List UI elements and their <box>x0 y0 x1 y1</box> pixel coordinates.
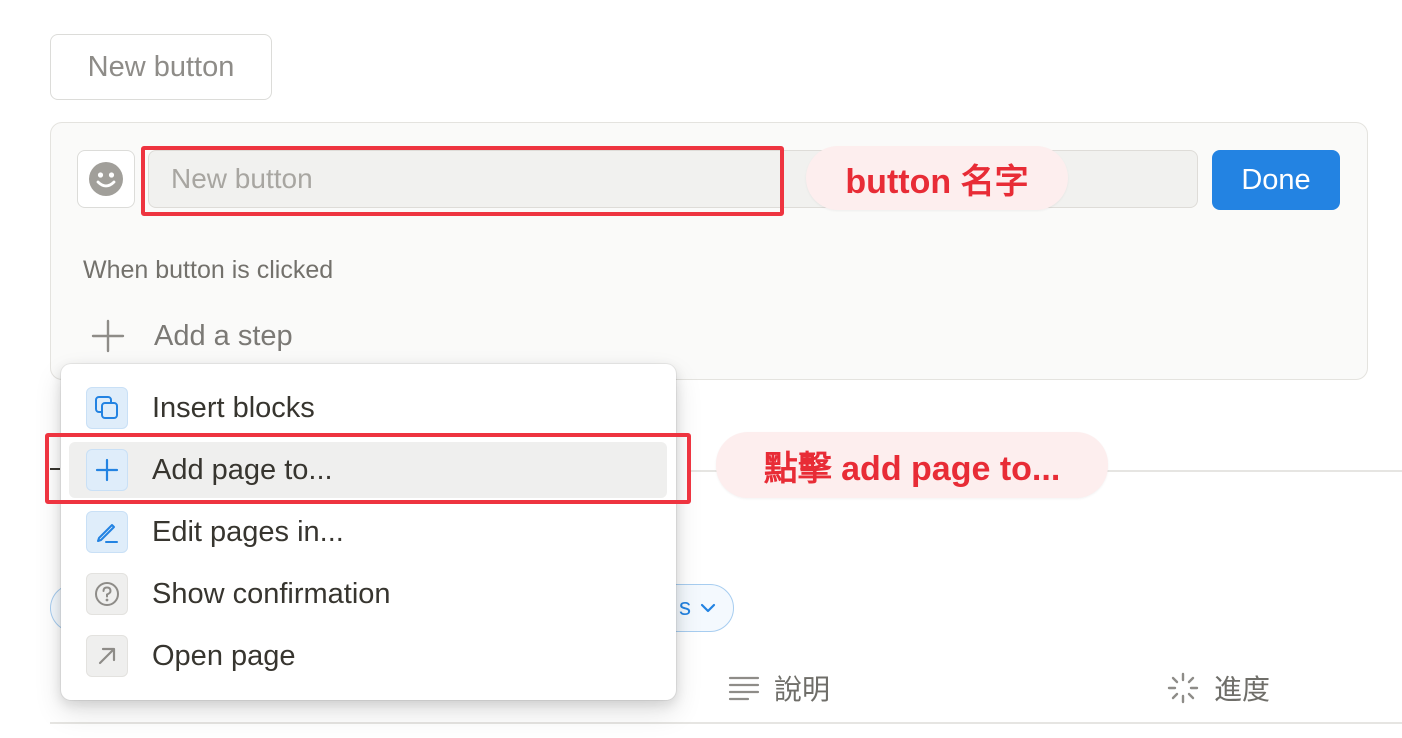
menu-item-edit-pages-in[interactable]: Edit pages in... <box>69 504 667 560</box>
arrow-up-right-icon <box>86 635 128 677</box>
done-button[interactable]: Done <box>1212 150 1340 210</box>
loading-spinner-icon <box>1167 672 1199 704</box>
question-circle-icon <box>86 573 128 615</box>
emoji-picker-button[interactable] <box>77 150 135 208</box>
add-step-button[interactable]: Add a step <box>90 316 293 356</box>
pencil-icon <box>86 511 128 553</box>
annotation-callout-click: 點擊 add page to... <box>716 432 1108 498</box>
chevron-down-icon <box>700 603 716 613</box>
filter-pill-text: s <box>679 594 691 621</box>
trigger-label: When button is clicked <box>83 256 334 284</box>
step-type-menu: Insert blocks Add page to... Edit pages … <box>61 364 676 700</box>
smiley-face-icon <box>89 162 123 196</box>
menu-item-label: Open page <box>152 639 296 672</box>
menu-item-show-confirmation[interactable]: Show confirmation <box>69 566 667 622</box>
plus-icon <box>91 319 125 353</box>
copy-blocks-icon <box>86 387 128 429</box>
table-header-divider <box>50 722 1402 724</box>
column-header-description[interactable]: 說明 <box>728 668 830 708</box>
text-lines-icon <box>728 676 760 701</box>
annotation-callout-name: button 名字 <box>806 146 1068 210</box>
add-step-label: Add a step <box>154 319 293 352</box>
column-header-progress[interactable]: 進度 <box>1166 668 1270 708</box>
new-button[interactable]: New button <box>50 34 272 100</box>
annotation-highlight-name-input <box>141 146 784 216</box>
menu-item-label: Show confirmation <box>152 577 391 610</box>
column-label-description: 說明 <box>774 674 831 705</box>
annotation-highlight-add-page <box>45 433 691 504</box>
menu-item-label: Insert blocks <box>152 391 315 424</box>
menu-item-label: Edit pages in... <box>152 515 344 548</box>
menu-item-open-page[interactable]: Open page <box>69 628 667 684</box>
menu-item-insert-blocks[interactable]: Insert blocks <box>69 380 667 436</box>
column-label-progress: 進度 <box>1214 674 1271 705</box>
